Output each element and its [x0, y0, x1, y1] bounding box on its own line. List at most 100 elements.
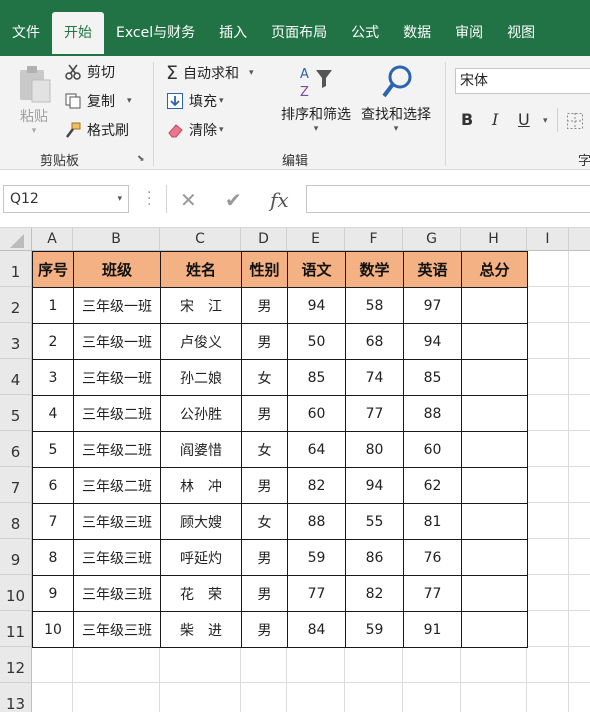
format-painter-button[interactable]: 格式刷 [64, 120, 129, 140]
table-cell[interactable]: 8 [32, 539, 74, 576]
column-header-b[interactable]: B [73, 228, 160, 251]
table-cell[interactable]: 60 [403, 431, 462, 468]
table-cell[interactable]: 64 [287, 431, 346, 468]
table-cell[interactable]: 88 [287, 503, 346, 540]
table-cell[interactable]: 55 [345, 503, 404, 540]
table-cell[interactable]: 三年级二班 [73, 467, 161, 504]
table-cell[interactable]: 91 [403, 611, 462, 648]
row-header-6[interactable]: 6 [0, 431, 32, 467]
name-box-dropdown-icon[interactable]: ▾ [117, 186, 122, 212]
table-cell[interactable]: 男 [241, 467, 288, 504]
table-header-cell[interactable]: 班级 [73, 251, 161, 288]
column-header-d[interactable]: D [241, 228, 287, 251]
table-cell[interactable]: 3 [32, 359, 74, 396]
table-cell[interactable]: 三年级三班 [73, 539, 161, 576]
table-cell[interactable]: 林 冲 [160, 467, 242, 504]
copy-dropdown-icon[interactable]: ▾ [127, 96, 132, 106]
column-header-i[interactable]: I [527, 228, 569, 251]
table-cell[interactable]: 柴 进 [160, 611, 242, 648]
clipboard-launcher-icon[interactable]: ⬊ [137, 154, 145, 164]
fill-dropdown-icon[interactable]: ▾ [219, 96, 224, 106]
sort-filter-button[interactable]: A Z 排序和筛选 ▾ [276, 64, 356, 134]
table-cell[interactable]: 三年级一班 [73, 323, 161, 360]
table-cell[interactable]: 女 [241, 431, 288, 468]
table-cell[interactable]: 1 [32, 287, 74, 324]
table-cell[interactable]: 呼延灼 [160, 539, 242, 576]
table-cell[interactable]: 94 [345, 467, 404, 504]
table-cell[interactable]: 84 [287, 611, 346, 648]
row-header-1[interactable]: 1 [0, 251, 32, 287]
column-header-h[interactable]: H [461, 228, 527, 251]
table-cell[interactable] [461, 503, 528, 540]
row-header-4[interactable]: 4 [0, 359, 32, 395]
column-header-g[interactable]: G [403, 228, 461, 251]
table-cell[interactable]: 三年级一班 [73, 359, 161, 396]
tab-1[interactable]: 开始 [52, 12, 104, 54]
column-header-c[interactable]: C [160, 228, 241, 251]
column-header-a[interactable]: A [32, 228, 73, 251]
table-cell[interactable]: 81 [403, 503, 462, 540]
table-cell[interactable]: 50 [287, 323, 346, 360]
table-header-cell[interactable]: 姓名 [160, 251, 242, 288]
table-cell[interactable]: 9 [32, 575, 74, 612]
table-cell[interactable]: 59 [345, 611, 404, 648]
row-header-2[interactable]: 2 [0, 287, 32, 323]
table-cell[interactable]: 2 [32, 323, 74, 360]
row-header-11[interactable]: 11 [0, 611, 32, 647]
borders-icon[interactable] [566, 112, 584, 130]
tab-2[interactable]: Excel与财务 [104, 12, 207, 54]
table-cell[interactable]: 6 [32, 467, 74, 504]
table-cell[interactable]: 女 [241, 503, 288, 540]
table-cell[interactable]: 77 [403, 575, 462, 612]
table-header-cell[interactable]: 性别 [241, 251, 288, 288]
row-header-7[interactable]: 7 [0, 467, 32, 503]
table-cell[interactable]: 三年级二班 [73, 431, 161, 468]
table-cell[interactable]: 85 [403, 359, 462, 396]
enter-icon[interactable]: ✔ [225, 188, 242, 212]
tab-0[interactable]: 文件 [0, 12, 52, 54]
autosum-dropdown-icon[interactable]: ▾ [249, 68, 254, 78]
column-header-f[interactable]: F [345, 228, 403, 251]
row-header-8[interactable]: 8 [0, 503, 32, 539]
table-cell[interactable]: 女 [241, 359, 288, 396]
table-cell[interactable]: 88 [403, 395, 462, 432]
table-cell[interactable]: 85 [287, 359, 346, 396]
table-cell[interactable]: 82 [287, 467, 346, 504]
paste-dropdown-icon[interactable]: ▾ [14, 126, 54, 136]
underline-button[interactable]: U [518, 110, 530, 129]
fill-button[interactable]: 填充 ▾ [166, 91, 224, 111]
table-cell[interactable] [461, 611, 528, 648]
table-cell[interactable]: 82 [345, 575, 404, 612]
find-select-button[interactable]: 查找和选择 ▾ [356, 64, 436, 134]
sort-filter-dropdown-icon[interactable]: ▾ [276, 124, 356, 134]
table-header-cell[interactable]: 序号 [32, 251, 74, 288]
table-cell[interactable]: 三年级二班 [73, 395, 161, 432]
row-header-13[interactable]: 13 [0, 683, 32, 712]
table-cell[interactable] [461, 323, 528, 360]
table-cell[interactable]: 男 [241, 611, 288, 648]
row-header-12[interactable]: 12 [0, 647, 32, 683]
table-cell[interactable] [461, 431, 528, 468]
table-cell[interactable]: 59 [287, 539, 346, 576]
table-cell[interactable] [461, 395, 528, 432]
table-cell[interactable]: 80 [345, 431, 404, 468]
table-cell[interactable]: 三年级三班 [73, 575, 161, 612]
table-cell[interactable]: 三年级三班 [73, 611, 161, 648]
paste-button[interactable]: 粘贴 ▾ [14, 64, 54, 136]
tab-8[interactable]: 视图 [495, 12, 547, 54]
row-header-10[interactable]: 10 [0, 575, 32, 611]
table-header-cell[interactable]: 语文 [287, 251, 346, 288]
tab-7[interactable]: 审阅 [443, 12, 495, 54]
autosum-button[interactable]: Σ 自动求和 ▾ [166, 62, 254, 84]
cancel-icon[interactable]: ✕ [180, 188, 197, 212]
table-cell[interactable]: 60 [287, 395, 346, 432]
table-cell[interactable]: 68 [345, 323, 404, 360]
table-cell[interactable] [461, 287, 528, 324]
table-cell[interactable]: 4 [32, 395, 74, 432]
copy-button[interactable]: 复制 ▾ [64, 91, 132, 111]
tab-4[interactable]: 页面布局 [259, 12, 339, 54]
italic-button[interactable]: I [492, 110, 498, 129]
select-all-corner[interactable] [0, 228, 32, 251]
table-header-cell[interactable]: 总分 [461, 251, 528, 288]
table-cell[interactable]: 孙二娘 [160, 359, 242, 396]
